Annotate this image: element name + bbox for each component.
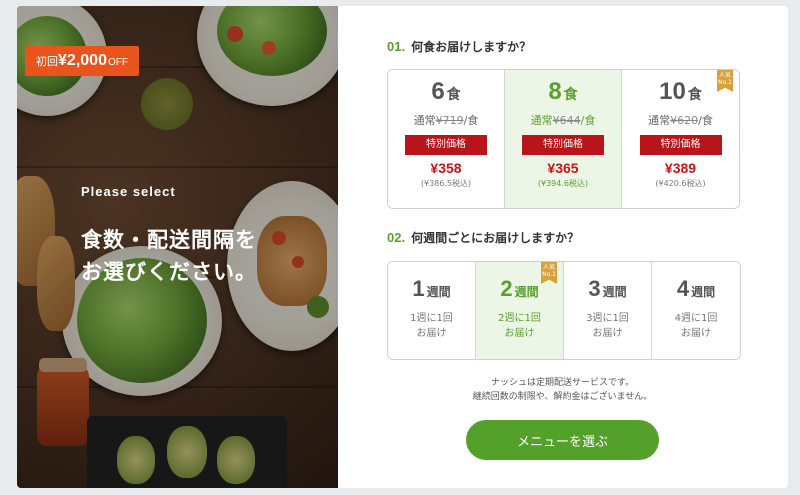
meal-count-options: 6食 通常¥719/食 特別価格 ¥358 (¥386.5税込) 8食 通常¥6… bbox=[387, 69, 740, 209]
interval-description: 2週に1回 お届け bbox=[498, 313, 541, 339]
interval-unit: 週間 bbox=[691, 285, 716, 299]
interval-option-4-weeks[interactable]: 4 週間 4週に1回 お届け bbox=[652, 262, 740, 359]
interval-count: 2 bbox=[500, 276, 513, 301]
section-title-text: 何食お届けしますか？ bbox=[411, 40, 532, 54]
meal-option-10[interactable]: 人気No.1 10 食 通常¥620/食 特別価格 ¥389 (¥420.6税込) bbox=[622, 70, 739, 208]
meal-unit: 食 bbox=[446, 87, 461, 103]
delivery-interval-options: 1 週間 1週に1回 お届け 人気No.1 2 週間 2週に1回 お届け 3 週間 3… bbox=[387, 261, 741, 360]
normal-price: 通常¥719/食 bbox=[413, 114, 479, 127]
interval-count: 1 bbox=[412, 276, 425, 301]
meal-price-tax: (¥394.6税込) bbox=[537, 179, 589, 188]
normal-price: 通常¥644/食 bbox=[530, 114, 596, 127]
meal-price: ¥358 bbox=[430, 160, 462, 176]
hero-subtitle: Please select bbox=[81, 184, 176, 199]
meal-option-8[interactable]: 8食 通常¥644/食 特別価格 ¥365 (¥394.6税込) bbox=[505, 70, 622, 208]
meal-price: ¥365 bbox=[547, 160, 579, 176]
interval-unit: 週間 bbox=[514, 285, 539, 299]
special-price-badge: 特別価格 bbox=[405, 135, 487, 155]
section-number: 02. bbox=[387, 230, 406, 245]
meal-count: 8 bbox=[548, 78, 562, 105]
section-title-text: 何週間ごとにお届けしますか？ bbox=[411, 231, 580, 245]
hero-title: 食数・配送間隔を お選びください。 bbox=[81, 228, 257, 284]
interval-count: 4 bbox=[676, 276, 690, 301]
first-order-discount-badge: 初回 ¥2,000 OFF bbox=[25, 46, 139, 76]
promo-suffix: OFF bbox=[107, 57, 128, 68]
interval-option-3-weeks[interactable]: 3 週間 3週に1回 お届け bbox=[564, 262, 652, 359]
meal-count: 6 bbox=[431, 78, 445, 105]
meal-option-6[interactable]: 6食 通常¥719/食 特別価格 ¥358 (¥386.5税込) bbox=[388, 70, 505, 208]
weeks-section-title: 02. 何週間ごとにお届けしますか？ bbox=[387, 229, 579, 246]
section-number: 01. bbox=[387, 39, 406, 54]
interval-option-1-week[interactable]: 1 週間 1週に1回 お届け bbox=[388, 262, 476, 359]
meal-count: 10 bbox=[659, 78, 686, 105]
meal-price-tax: (¥386.5税込) bbox=[420, 179, 472, 188]
choose-menu-button[interactable]: メニューを選ぶ bbox=[466, 420, 659, 460]
interval-option-2-weeks[interactable]: 人気No.1 2 週間 2週に1回 お届け bbox=[476, 262, 564, 359]
special-price-badge: 特別価格 bbox=[639, 135, 722, 155]
meals-section-title: 01. 何食お届けしますか？ bbox=[387, 38, 531, 55]
interval-description: 1週に1回 お届け bbox=[410, 313, 453, 339]
selection-card: 初回 ¥2,000 OFF Please select 食数・配送間隔を お選び… bbox=[17, 6, 788, 488]
interval-description: 3週に1回 お届け bbox=[586, 313, 629, 339]
promo-amount: ¥2,000 bbox=[58, 52, 107, 69]
meal-unit: 食 bbox=[563, 87, 578, 103]
promo-prefix: 初回 bbox=[36, 56, 59, 68]
interval-description: 4週に1回 お届け bbox=[674, 313, 718, 339]
interval-count: 3 bbox=[588, 276, 601, 301]
subscription-note: ナッシュは定期配送サービスです。 継続回数の制限や、解約金はございません。 bbox=[472, 378, 653, 402]
interval-unit: 週間 bbox=[426, 285, 451, 299]
meal-price: ¥389 bbox=[664, 160, 697, 176]
special-price-badge: 特別価格 bbox=[522, 135, 604, 155]
interval-unit: 週間 bbox=[602, 285, 627, 299]
meal-unit: 食 bbox=[687, 87, 702, 103]
normal-price: 通常¥620/食 bbox=[648, 114, 713, 127]
meal-price-tax: (¥420.6税込) bbox=[655, 179, 706, 188]
